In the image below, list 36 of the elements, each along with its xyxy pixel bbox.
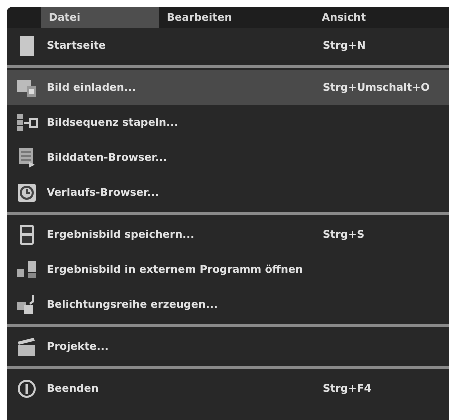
menu-tab[interactable]: Ansicht xyxy=(314,7,434,28)
menu-item[interactable]: Bild einladen... Strg+Umschalt+O xyxy=(7,70,449,105)
menu-item-label: Projekte... xyxy=(47,340,110,352)
menu-tab[interactable]: Datei xyxy=(41,7,159,28)
power-icon xyxy=(17,378,37,398)
menu-item[interactable]: Ergebnisbild speichern... Strg+S xyxy=(7,217,449,252)
save-icon xyxy=(19,224,35,246)
export-icon xyxy=(16,260,38,280)
menu-item[interactable]: Startseite Strg+N xyxy=(7,28,449,63)
shortcut-label: Strg+N xyxy=(323,40,366,52)
sequence-icon xyxy=(16,112,38,132)
menu-item[interactable]: Bildsequenz stapeln... xyxy=(7,105,449,140)
menu-item[interactable]: Verlaufs-Browser... xyxy=(7,175,449,210)
browser-icon xyxy=(17,146,37,168)
shortcut-label: Strg+Umschalt+O xyxy=(323,82,430,94)
menu-item-label: Verlaufs-Browser... xyxy=(47,186,160,198)
menu-tab[interactable]: Bearbeiten xyxy=(159,7,314,28)
menu-item-label: Bilddaten-Browser... xyxy=(47,152,168,164)
menu-item-label: Bild einladen... xyxy=(47,82,138,94)
history-icon xyxy=(17,182,37,202)
clapperboard-icon xyxy=(17,336,37,356)
shortcut-label: Strg+S xyxy=(323,228,365,240)
menu-item[interactable]: Beenden Strg+F4 xyxy=(7,371,449,406)
menu-item[interactable]: Ergebnisbild in externem Programm öffnen xyxy=(7,252,449,287)
menu-item-label: Belichtungsreihe erzeugen... xyxy=(47,298,219,310)
menu-item-label: Beenden xyxy=(47,382,100,394)
menu-item-label: Ergebnisbild speichern... xyxy=(47,228,196,240)
menu-item-label: Startseite xyxy=(47,40,107,52)
shortcut-label: Strg+F4 xyxy=(323,382,372,394)
page-icon xyxy=(19,34,35,56)
menu-item[interactable]: Belichtungsreihe erzeugen... xyxy=(7,287,449,322)
menu-item[interactable]: Projekte... xyxy=(7,329,449,364)
menu-item-label: Bildsequenz stapeln... xyxy=(47,116,180,128)
image-icon xyxy=(16,78,38,98)
menu-item-label: Ergebnisbild in externem Programm öffnen xyxy=(47,264,304,276)
menu-item[interactable]: Bilddaten-Browser... xyxy=(7,140,449,175)
